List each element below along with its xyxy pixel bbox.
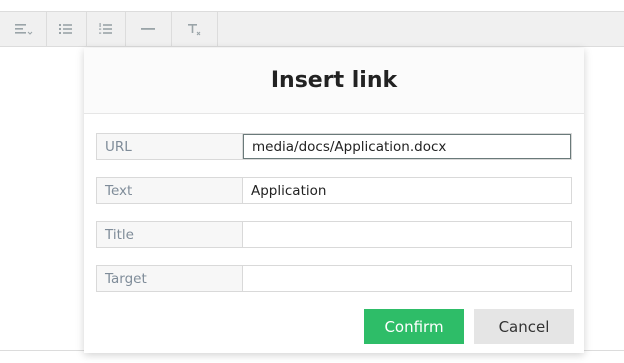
insert-link-dialog: Insert link URL Text Title Target Confir…: [84, 48, 584, 353]
numbered-list-icon: [98, 23, 112, 34]
align-button[interactable]: [0, 12, 47, 46]
confirm-button[interactable]: Confirm: [364, 309, 464, 344]
cancel-button[interactable]: Cancel: [474, 309, 574, 344]
title-row: Title: [96, 221, 572, 248]
target-label: Target: [97, 266, 243, 291]
bulleted-list-button[interactable]: [46, 12, 87, 46]
horizontal-rule-icon: [141, 28, 155, 30]
text-label: Text: [97, 178, 243, 203]
clear-format-icon: [188, 24, 201, 36]
bulleted-list-icon: [59, 24, 72, 34]
dialog-header: Insert link: [84, 48, 584, 114]
editor-toolbar: [0, 11, 624, 47]
url-row: URL: [96, 133, 572, 160]
text-input[interactable]: [243, 178, 571, 203]
target-input[interactable]: [243, 266, 571, 291]
text-row: Text: [96, 177, 572, 204]
dialog-title: Insert link: [270, 68, 398, 93]
align-icon: [15, 24, 33, 35]
url-input[interactable]: [243, 134, 571, 159]
horizontal-rule-button[interactable]: [125, 12, 172, 46]
numbered-list-button[interactable]: [86, 12, 126, 46]
target-row: Target: [96, 265, 572, 292]
title-label: Title: [97, 222, 243, 247]
clear-format-button[interactable]: [171, 12, 218, 46]
url-label: URL: [97, 134, 243, 159]
title-input[interactable]: [243, 222, 571, 247]
